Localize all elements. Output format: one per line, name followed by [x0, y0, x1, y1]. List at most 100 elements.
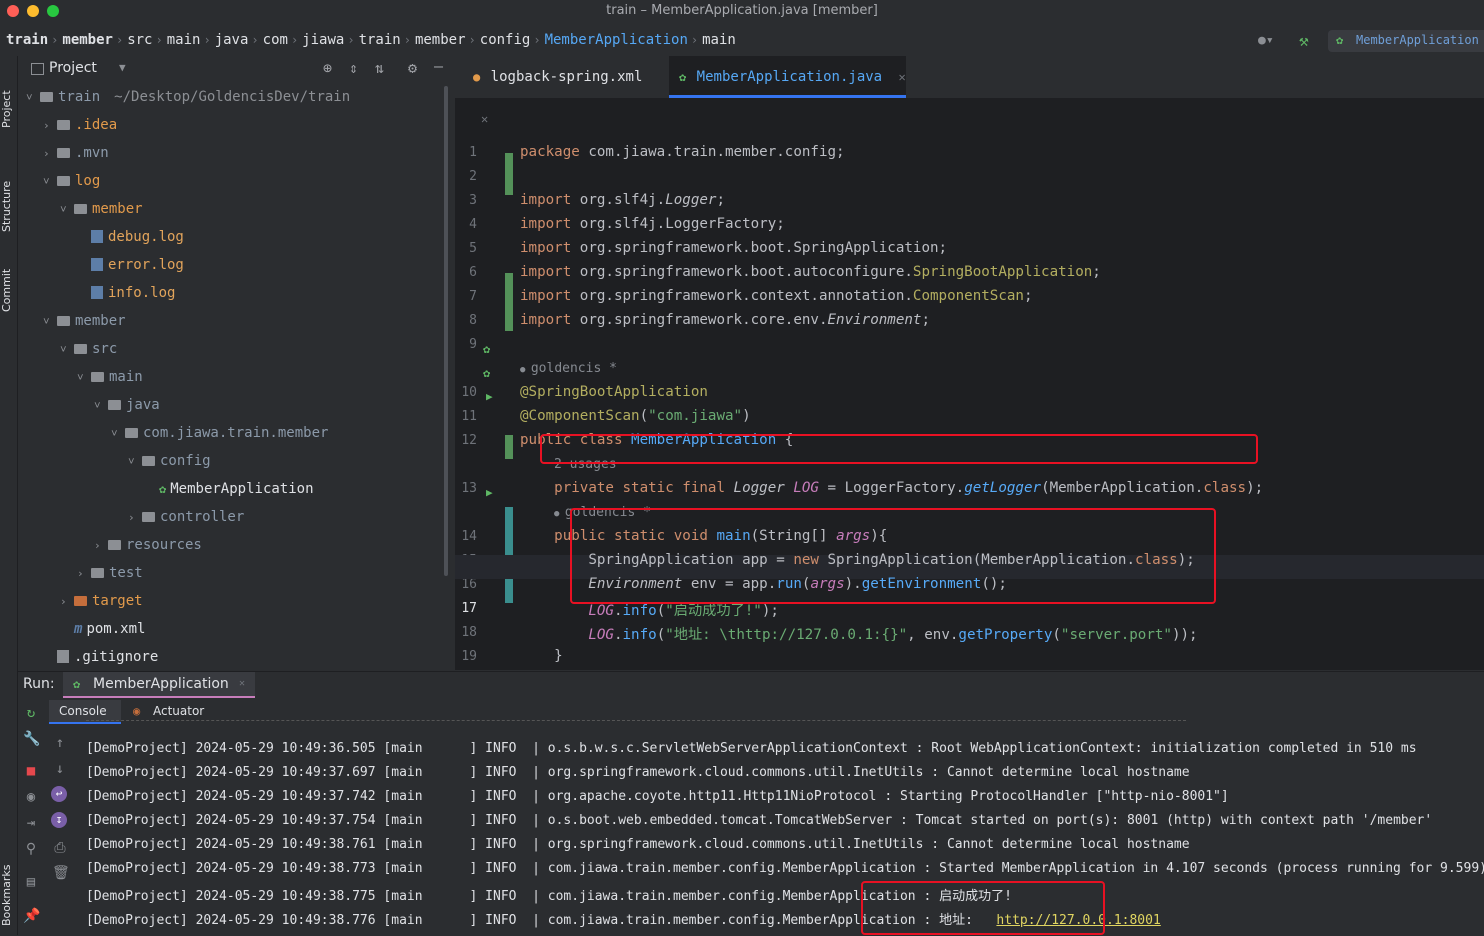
user-icon[interactable]: ●▾ [1258, 33, 1274, 48]
breadcrumb-item[interactable]: member [62, 32, 113, 48]
tree-item-resources[interactable]: › resources [94, 531, 202, 559]
inspect-icon[interactable]: ⚲ [23, 841, 39, 857]
breadcrumb-item[interactable]: java [215, 32, 249, 48]
folder-icon [108, 540, 121, 550]
pin-icon[interactable]: 📌 [23, 908, 40, 924]
chevron-right-icon: › [51, 33, 59, 47]
tree-item-debug-log[interactable]: debug.log [77, 223, 184, 251]
scrollbar[interactable] [444, 86, 448, 576]
author-icon: ● [520, 365, 531, 375]
bookmarks-tool-tab[interactable]: Bookmarks [0, 846, 14, 926]
print-icon[interactable]: ⎙ [52, 840, 68, 856]
run-config-selector[interactable]: ✿ MemberApplication [1328, 30, 1484, 52]
collapse-all-icon[interactable]: ⇅ [375, 59, 384, 77]
tree-item-target[interactable]: › target [60, 587, 143, 615]
tree-item-main[interactable]: ˅ main [77, 363, 143, 391]
tree-item-train[interactable]: ˅ train ~/Desktop/GoldencisDev/train [26, 83, 350, 111]
chevron-right-icon[interactable]: › [128, 504, 142, 532]
chevron-right-icon[interactable]: › [43, 112, 57, 140]
chevron-down-icon[interactable]: ˅ [128, 448, 142, 476]
log-prefix: [DemoProject] 2024-05-29 10:49:37.697 [m… [86, 765, 947, 780]
build-hammer-icon[interactable]: ⚒ [1299, 31, 1309, 50]
breadcrumb-item[interactable]: member [415, 32, 466, 48]
trash-icon[interactable]: 🗑 [52, 865, 70, 881]
chevron-down-icon[interactable]: ˅ [60, 336, 74, 364]
tree-item-member[interactable]: ˅ member [60, 195, 143, 223]
spring-scan-icon[interactable]: ✿ [483, 366, 490, 380]
tree-item-test[interactable]: › test [77, 559, 143, 587]
breadcrumb-item[interactable]: src [127, 32, 152, 48]
scroll-up-icon[interactable]: ↑ [52, 735, 68, 751]
breadcrumb-item[interactable]: MemberApplication [545, 32, 688, 48]
tree-item-error-log[interactable]: error.log [77, 251, 184, 279]
tree-item--idea[interactable]: › .idea [43, 111, 117, 139]
tree-item-log[interactable]: ˅ log [43, 167, 100, 195]
breadcrumb-item[interactable]: train [359, 32, 401, 48]
run-gutter-icon[interactable]: ▶ [486, 390, 493, 403]
chevron-down-icon[interactable]: ˅ [43, 308, 57, 336]
run-config-label: MemberApplication [1356, 33, 1479, 47]
wrench-icon[interactable]: 🔧 [23, 731, 40, 747]
project-tool-tab[interactable]: Project [0, 64, 14, 128]
chevron-down-icon[interactable]: ˅ [94, 392, 108, 420]
layout-icon[interactable]: ▤ [23, 874, 39, 890]
tree-item--gitignore[interactable]: .gitignore [43, 643, 158, 671]
project-panel-title[interactable]: Project [49, 60, 97, 76]
chevron-down-icon[interactable]: ▼ [119, 61, 126, 74]
breadcrumb-item[interactable]: jiawa [302, 32, 344, 48]
tree-item-src[interactable]: ˅ src [60, 335, 117, 363]
tab-memberapplication-java[interactable]: ✿ MemberApplication.java ✕ [669, 56, 906, 98]
chevron-down-icon[interactable]: ˅ [43, 168, 57, 196]
breadcrumb-item[interactable]: config [480, 32, 531, 48]
breadcrumb-item[interactable]: main [702, 32, 736, 48]
tree-item--mvn[interactable]: › .mvn [43, 139, 109, 167]
locate-file-icon[interactable]: ⊕ [323, 59, 332, 77]
tree-item-com-jiawa-train-member[interactable]: ˅ com.jiawa.train.member [111, 419, 328, 447]
scroll-to-end-icon[interactable]: ↧ [51, 812, 67, 828]
soft-wrap-icon[interactable]: ↩ [51, 786, 67, 802]
breadcrumb-item[interactable]: main [167, 32, 201, 48]
gear-icon[interactable]: ⚙ [408, 59, 417, 77]
breadcrumb-item[interactable]: train [6, 32, 48, 48]
rerun-icon[interactable]: ↻ [23, 705, 39, 721]
tree-item-pom-xml[interactable]: m pom.xml [60, 615, 145, 643]
exit-icon[interactable]: ⇥ [23, 815, 39, 831]
tree-item-config[interactable]: ˅ config [128, 447, 211, 475]
scroll-down-icon[interactable]: ↓ [52, 761, 68, 777]
chevron-right-icon[interactable]: › [94, 532, 108, 560]
chevron-down-icon[interactable]: ˅ [60, 196, 74, 224]
tab-logback-spring-xml[interactable]: ● logback-spring.xml ✕ [473, 56, 663, 126]
chevron-right-icon[interactable]: › [60, 588, 74, 616]
tree-item-member[interactable]: ˅ member [43, 307, 126, 335]
close-icon[interactable]: ✕ [239, 678, 245, 689]
commit-tool-tab[interactable]: Commit [0, 252, 14, 312]
camera-icon[interactable]: ◉ [23, 789, 39, 805]
tree-item-controller[interactable]: › controller [128, 503, 244, 531]
chevron-right-icon: › [203, 33, 211, 47]
inlay-hint[interactable]: ● goldencis * [520, 360, 617, 376]
run-tab-memberapplication[interactable]: ✿ MemberApplication ✕ [63, 672, 255, 698]
chevron-down-icon[interactable]: ˅ [26, 84, 40, 112]
breadcrumb-item[interactable]: com [263, 32, 288, 48]
run-gutter-icon[interactable]: ▶ [486, 486, 493, 499]
hide-panel-icon[interactable]: — [434, 57, 443, 75]
tree-item-info-log[interactable]: info.log [77, 279, 175, 307]
code-token: "server.port" [1060, 627, 1172, 643]
code-token: package [520, 144, 589, 160]
spring-bean-icon[interactable]: ✿ [483, 342, 490, 356]
expand-all-icon[interactable]: ⇕ [349, 59, 358, 77]
chevron-down-icon[interactable]: ˅ [77, 364, 91, 392]
log-prefix: [DemoProject] 2024-05-29 10:49:37.742 [m… [86, 789, 900, 804]
chevron-down-icon[interactable]: ˅ [111, 420, 125, 448]
chevron-right-icon[interactable]: › [77, 560, 91, 588]
chevron-right-icon: › [468, 33, 476, 47]
structure-tool-tab[interactable]: Structure [0, 152, 14, 232]
tree-item-java[interactable]: ˅ java [94, 391, 160, 419]
tree-item-memberapplication[interactable]: ✿ MemberApplication [145, 475, 314, 503]
line-number: 16 [461, 577, 477, 592]
code-line: LOG.info("地址: \thttp://127.0.0.1:{}", en… [520, 624, 1197, 644]
close-icon[interactable]: ✕ [899, 70, 906, 84]
stop-icon[interactable]: ■ [23, 763, 39, 779]
chevron-right-icon[interactable]: › [43, 140, 57, 168]
